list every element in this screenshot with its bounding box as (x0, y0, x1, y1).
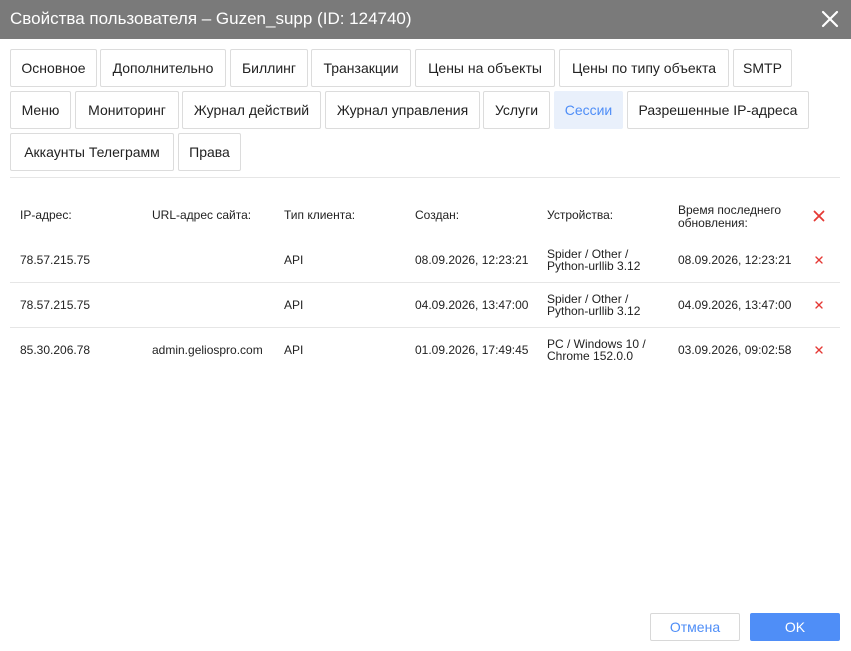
cell-created: 04.09.2026, 13:47:00 (415, 298, 529, 312)
tab-transactions[interactable]: Транзакции (311, 49, 411, 87)
cell-devices-line2: Python-urllib 3.12 (547, 259, 641, 273)
delete-all-icon[interactable] (812, 209, 826, 223)
cell-ip: 78.57.215.75 (20, 253, 91, 267)
header-url: URL-адрес сайта: (152, 208, 252, 222)
cell-last-update: 08.09.2026, 12:23:21 (678, 253, 792, 267)
tab-sessions[interactable]: Сессии (554, 91, 623, 129)
tab-menu[interactable]: Меню (10, 91, 71, 129)
cell-created: 08.09.2026, 12:23:21 (415, 253, 529, 267)
tab-object-prices[interactable]: Цены на объекты (415, 49, 555, 87)
header-devices: Устройства: (547, 208, 614, 222)
tab-telegram-accounts[interactable]: Аккаунты Телеграмм (10, 133, 174, 171)
delete-row-icon[interactable] (814, 255, 824, 265)
cell-client-type: API (284, 343, 304, 357)
tab-dopolnitelno[interactable]: Дополнительно (100, 49, 226, 87)
tab-services[interactable]: Услуги (483, 91, 550, 129)
cell-last-update: 03.09.2026, 09:02:58 (678, 343, 792, 357)
cell-devices-line2: Python-urllib 3.12 (547, 304, 641, 318)
tab-rights[interactable]: Права (178, 133, 241, 171)
tab-prices-by-type[interactable]: Цены по типу объекта (559, 49, 729, 87)
cell-url: admin.geliospro.com (152, 343, 263, 357)
close-icon[interactable] (819, 8, 841, 30)
row-separator (10, 327, 840, 328)
tabs-divider (10, 177, 840, 178)
cancel-button[interactable]: Отмена (650, 613, 740, 641)
tab-billing[interactable]: Биллинг (230, 49, 308, 87)
dialog-titlebar: Свойства пользователя – Guzen_supp (ID: … (0, 0, 851, 39)
cell-client-type: API (284, 253, 304, 267)
cell-ip: 78.57.215.75 (20, 298, 91, 312)
dialog-title: Свойства пользователя – Guzen_supp (ID: … (10, 9, 412, 28)
header-last-update-line2: обновления: (678, 216, 748, 230)
header-created: Создан: (415, 208, 460, 222)
header-last-update: Время последнего обновления: (678, 204, 781, 230)
tab-control-log[interactable]: Журнал управления (325, 91, 480, 129)
row-separator (10, 282, 840, 283)
tab-osnovnoe[interactable]: Основное (10, 49, 97, 87)
header-ip: IP-адрес: (20, 208, 72, 222)
delete-row-icon[interactable] (814, 345, 824, 355)
cell-devices-line2: Chrome 152.0.0 (547, 349, 634, 363)
cell-last-update: 04.09.2026, 13:47:00 (678, 298, 792, 312)
tab-smtp[interactable]: SMTP (733, 49, 792, 87)
ok-button[interactable]: OK (750, 613, 840, 641)
header-client-type: Тип клиента: (284, 208, 356, 222)
cell-client-type: API (284, 298, 304, 312)
cell-ip: 85.30.206.78 (20, 343, 91, 357)
tab-action-log[interactable]: Журнал действий (182, 91, 321, 129)
cell-created: 01.09.2026, 17:49:45 (415, 343, 529, 357)
tab-allowed-ip[interactable]: Разрешенные IP-адреса (627, 91, 809, 129)
delete-row-icon[interactable] (814, 300, 824, 310)
tab-monitoring[interactable]: Мониторинг (75, 91, 179, 129)
